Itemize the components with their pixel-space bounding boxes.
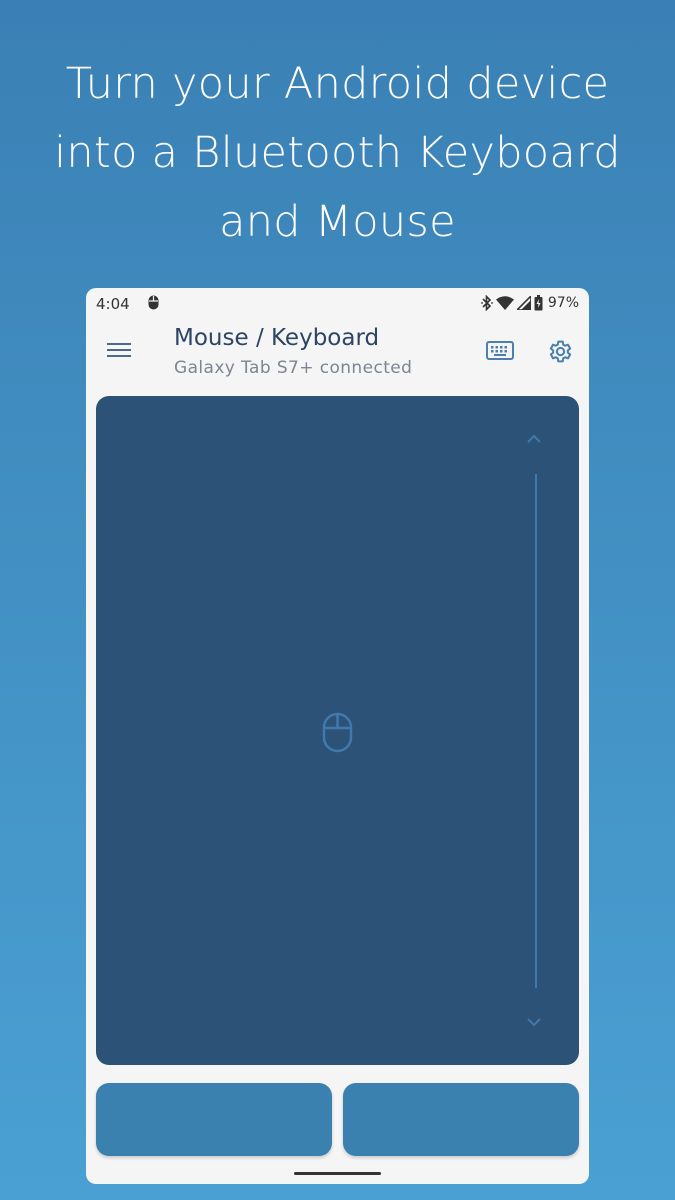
status-bar: 4:04 97% (86, 288, 589, 318)
touchpad[interactable] (96, 396, 579, 1065)
status-icons: 97% (480, 294, 579, 312)
mouse-icon (148, 295, 159, 310)
chevron-up-icon[interactable] (526, 434, 542, 444)
battery-percent: 97% (547, 295, 579, 311)
headline-line-2: into a Bluetooth Keyboard (54, 128, 621, 178)
page-title: Mouse / Keyboard (174, 325, 380, 351)
app-bar: Mouse / Keyboard Galaxy Tab S7+ connecte… (86, 318, 589, 386)
settings-gear-icon[interactable] (546, 338, 573, 365)
home-indicator[interactable] (294, 1172, 381, 1175)
signal-icon (516, 296, 531, 310)
phone-screen: 4:04 97% Mouse / Keyboard Galaxy Tab S7+… (86, 288, 589, 1184)
status-time: 4:04 (96, 295, 130, 313)
right-click-button[interactable] (343, 1083, 579, 1156)
promo-headline: Turn your Android device into a Bluetoot… (0, 50, 675, 257)
menu-icon[interactable] (107, 340, 131, 360)
headline-line-3: and Mouse (219, 197, 456, 247)
mouse-icon (322, 712, 353, 753)
connection-status: Galaxy Tab S7+ connected (174, 358, 413, 378)
keyboard-icon[interactable] (486, 340, 514, 362)
headline-line-1: Turn your Android device (65, 59, 610, 109)
left-click-button[interactable] (96, 1083, 332, 1156)
scroll-strip[interactable] (535, 474, 537, 988)
chevron-down-icon[interactable] (526, 1017, 542, 1027)
battery-icon (534, 295, 543, 311)
wifi-icon (495, 296, 514, 310)
bluetooth-icon (480, 295, 493, 311)
